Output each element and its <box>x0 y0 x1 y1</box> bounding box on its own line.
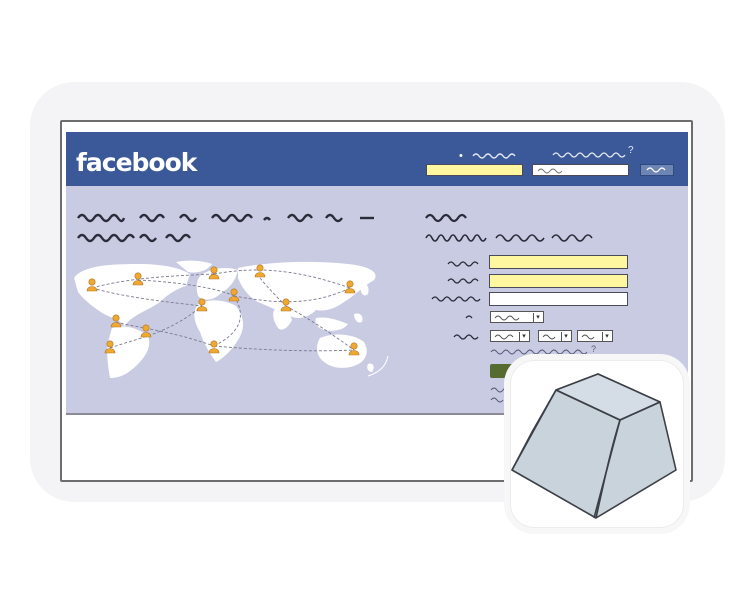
chevron-down-icon: ▾ <box>519 332 528 341</box>
help-question-mark: ? <box>628 145 634 156</box>
signup-form-labels <box>431 261 481 340</box>
gender-select-value <box>494 315 520 321</box>
gender-select[interactable]: ▾ <box>490 311 544 323</box>
birth-month-select[interactable]: ▾ <box>490 330 530 342</box>
why-birthday-link[interactable] <box>490 347 594 357</box>
chevron-down-icon: ▾ <box>602 332 611 341</box>
email-input[interactable] <box>426 164 523 176</box>
last-name-input[interactable] <box>489 274 628 288</box>
birth-day-value <box>542 334 556 340</box>
forgot-password-link[interactable] <box>552 150 630 160</box>
facebook-logo[interactable]: facebook <box>76 148 197 178</box>
login-button-label <box>646 167 666 173</box>
keep-logged-in-checkbox[interactable]: • <box>459 150 463 162</box>
signup-email-input[interactable] <box>489 292 628 306</box>
help-question-mark: ? <box>591 344 597 354</box>
birth-day-select[interactable]: ▾ <box>538 330 572 342</box>
chevron-down-icon: ▾ <box>533 313 542 322</box>
keep-logged-in-label <box>472 153 516 159</box>
tagline-text <box>77 213 374 243</box>
chevron-down-icon: ▾ <box>561 332 570 341</box>
birth-year-select[interactable]: ▾ <box>577 330 613 342</box>
signup-heading <box>425 213 593 242</box>
world-map-icon <box>74 260 389 378</box>
keyboard-key-icon <box>511 373 677 519</box>
password-placeholder <box>537 168 563 174</box>
birth-year-value <box>581 334 595 340</box>
birth-month-value <box>494 334 514 340</box>
first-name-input[interactable] <box>489 255 628 269</box>
